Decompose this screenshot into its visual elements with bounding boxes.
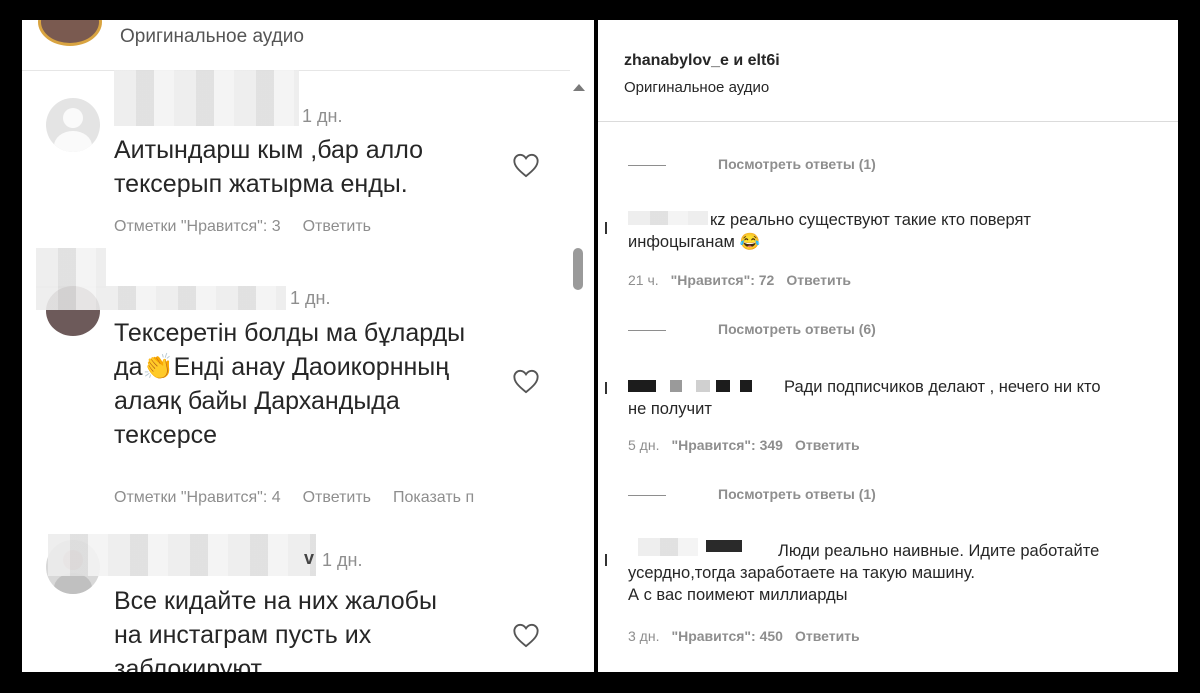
view-replies-button[interactable]: Посмотреть ответы (1) — [628, 156, 876, 172]
comment-meta: Отметки "Нравится": 3 Ответить — [114, 218, 393, 236]
comment-time: 1 дн. — [302, 106, 343, 126]
reply-button[interactable]: Ответить — [786, 272, 851, 288]
edge-mark — [605, 382, 607, 394]
comment-meta: 3 дн. "Нравится": 450 Ответить — [628, 628, 860, 644]
replies-line — [628, 164, 666, 166]
comment-time: 3 дн. — [628, 628, 660, 644]
comment-text: Аитындарш кым ,бар алло тексерып жатырма… — [114, 136, 424, 198]
like-heart-icon[interactable] — [512, 152, 540, 178]
edge-mark — [605, 222, 607, 234]
right-comments-panel: zhanabylov_e и elt6i Оригинальное аудио … — [598, 20, 1178, 672]
comment-item: 1 дн. Аитындарш кым ,бар алло тексерып ж… — [22, 68, 570, 268]
username-tail[interactable]: v — [304, 548, 314, 569]
comment-text: кz реально существуют такие кто поверят … — [628, 211, 1031, 251]
comment-item: 1 дн. Тексеретін болды ма бұларды да👏Енд… — [22, 248, 570, 506]
audio-label[interactable]: Оригинальное аудио — [624, 79, 769, 96]
like-heart-icon[interactable] — [512, 622, 540, 648]
replies-line — [628, 329, 666, 331]
comment-text: Люди реально наивные. Идите работайте ус… — [628, 542, 1100, 604]
left-comments-panel: Оригинальное аудио 1 дн. Аитындарш кым ,… — [22, 20, 594, 672]
comment-time: 1 дн. — [322, 550, 363, 570]
likes-count[interactable]: Отметки "Нравится": 4 — [114, 489, 281, 506]
blurred-username — [48, 534, 316, 576]
audio-label[interactable]: Оригинальное аудио — [120, 26, 304, 48]
view-replies-button[interactable]: Посмотреть ответы (1) — [628, 486, 876, 502]
edge-mark — [605, 554, 607, 566]
likes-count[interactable]: "Нравится": 349 — [671, 437, 782, 453]
post-authors[interactable]: zhanabylov_e и elt6i — [624, 52, 780, 70]
comment-meta: 5 дн. "Нравится": 349 Ответить — [628, 437, 860, 453]
view-replies-button[interactable]: Посмотреть ответы (6) — [628, 321, 876, 337]
comment-meta: Отметки "Нравится": 4 Ответить Показать п — [114, 489, 496, 507]
show-replies-link[interactable]: Показать п — [393, 489, 474, 506]
avatar[interactable] — [46, 98, 100, 152]
reply-button[interactable]: Ответить — [795, 628, 860, 644]
comment-time: 1 дн. — [290, 288, 331, 308]
comment-time: 21 ч. — [628, 272, 659, 288]
comment-text: Все кидайте на них жалобы на инстаграм п… — [114, 587, 437, 672]
reply-button[interactable]: Ответить — [303, 218, 371, 235]
comment-meta: 21 ч. "Нравится": 72 Ответить — [628, 272, 851, 288]
comment-text: Тексеретін болды ма бұларды да👏Енді анау… — [114, 319, 466, 449]
replies-line — [628, 494, 666, 496]
comment-item: v 1 дн. Все кидайте на них жалобы на инс… — [22, 510, 570, 672]
likes-count[interactable]: Отметки "Нравится": 3 — [114, 218, 281, 235]
like-heart-icon[interactable] — [512, 368, 540, 394]
blurred-username — [36, 286, 286, 310]
scroll-up-arrow-icon[interactable] — [573, 84, 585, 91]
scroll-thumb[interactable] — [573, 248, 583, 290]
blurred-username — [114, 70, 299, 126]
reply-button[interactable]: Ответить — [303, 489, 371, 506]
blurred-avatar — [36, 248, 106, 288]
divider — [598, 121, 1178, 122]
author-avatar[interactable] — [38, 20, 102, 46]
comment-text: Ради подписчиков делают , нечего ни кто … — [628, 378, 1101, 418]
likes-count[interactable]: "Нравится": 72 — [671, 272, 775, 288]
likes-count[interactable]: "Нравится": 450 — [671, 628, 782, 644]
comment-time: 5 дн. — [628, 437, 660, 453]
reply-button[interactable]: Ответить — [795, 437, 860, 453]
scrollbar[interactable] — [570, 80, 588, 672]
